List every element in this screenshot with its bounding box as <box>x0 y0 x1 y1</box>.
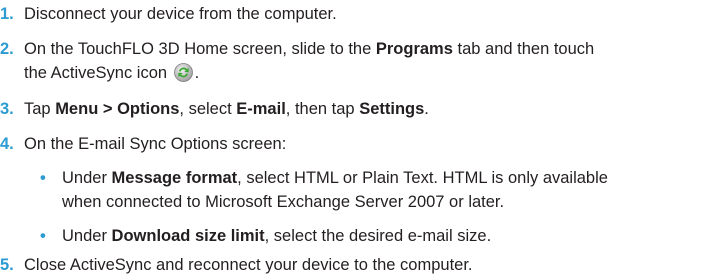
activesync-icon <box>173 63 193 82</box>
step-1: 1. Disconnect your device from the compu… <box>0 2 712 26</box>
step-number: 2. <box>0 40 14 58</box>
step-2-text-line2: the ActiveSync icon <box>24 64 172 82</box>
step-text: On the TouchFLO 3D Home screen, slide to… <box>24 37 712 85</box>
sub-2-text-c: , select the desired e-mail size. <box>264 227 492 245</box>
programs-tab-label: Programs <box>375 40 453 58</box>
step-4: 4. On the E-mail Sync Options screen: <box>0 132 712 156</box>
step-number: 5. <box>0 256 14 274</box>
instructions-page: 1. Disconnect your device from the compu… <box>0 0 718 276</box>
sub-2-text-a: Under <box>62 227 112 245</box>
sub-item-text: Under Message format, select HTML or Pla… <box>62 166 712 214</box>
download-size-limit-label: Download size limit <box>111 227 265 245</box>
step-4-text: On the E-mail Sync Options screen: <box>24 135 287 153</box>
step-3-period: . <box>424 100 429 118</box>
sub-item-download-size: • Under Download size limit, select the … <box>40 224 712 248</box>
step-number: 1. <box>0 5 14 23</box>
message-format-label: Message format <box>111 169 238 187</box>
sub-1-text-line2: when connected to Microsoft Exchange Ser… <box>62 193 505 211</box>
step-2: 2. On the TouchFLO 3D Home screen, slide… <box>0 37 712 85</box>
bullet-marker: • <box>40 169 46 187</box>
sub-item-text: Under Download size limit, select the de… <box>62 224 712 248</box>
step-text: Close ActiveSync and reconnect your devi… <box>24 253 712 277</box>
step-2-text-c: tab and then touch <box>452 40 595 58</box>
step-3-text-c: , select <box>179 100 237 118</box>
bullet-marker: • <box>40 227 46 245</box>
step-2-text-a: On the TouchFLO 3D Home screen, slide to… <box>24 40 376 58</box>
step-text: Tap Menu > Options, select E-mail, then … <box>24 97 712 121</box>
sub-item-message-format: • Under Message format, select HTML or P… <box>40 166 712 214</box>
step-3-text-a: Tap <box>24 100 56 118</box>
email-label: E-mail <box>236 100 286 118</box>
sub-1-text-a: Under <box>62 169 112 187</box>
step-5: 5. Close ActiveSync and reconnect your d… <box>0 253 712 277</box>
step-number: 4. <box>0 135 14 153</box>
menu-options-label: Menu > Options <box>55 100 180 118</box>
step-1-text: Disconnect your device from the computer… <box>24 5 337 23</box>
step-5-text: Close ActiveSync and reconnect your devi… <box>24 256 473 274</box>
step-text: On the E-mail Sync Options screen: <box>24 132 712 156</box>
settings-label: Settings <box>359 100 425 118</box>
step-text: Disconnect your device from the computer… <box>24 2 712 26</box>
step-2-period: . <box>194 64 200 82</box>
step-number: 3. <box>0 100 14 118</box>
step-3-text-e: , then tap <box>285 100 360 118</box>
step-3: 3. Tap Menu > Options, select E-mail, th… <box>0 97 712 121</box>
sub-1-text-c: , select HTML or Plain Text. HTML is onl… <box>237 169 608 187</box>
